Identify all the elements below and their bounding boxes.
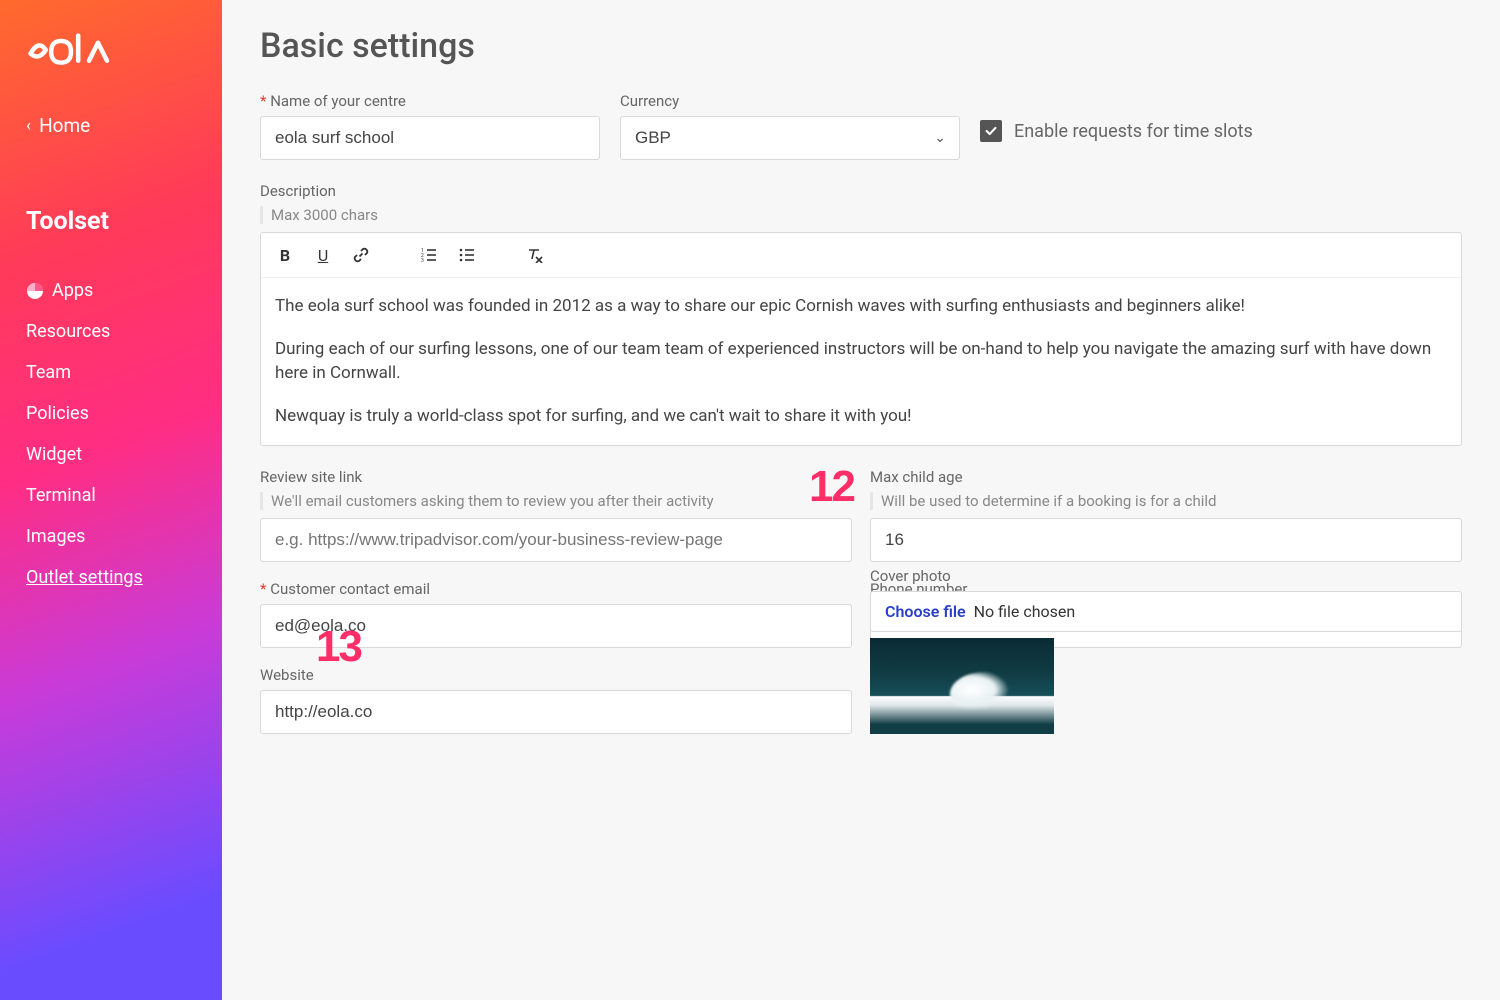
brand-logo — [26, 30, 196, 70]
cover-photo-label: Cover photo — [870, 567, 1462, 585]
child-age-hint: Will be used to determine if a booking i… — [870, 492, 1462, 510]
cover-photo-file-input[interactable]: Choose file No file chosen — [870, 591, 1462, 632]
choose-file-button[interactable]: Choose file — [885, 602, 966, 621]
underline-button[interactable]: U — [311, 243, 335, 267]
sidebar-item-terminal[interactable]: Terminal — [26, 475, 196, 516]
sidebar-nav: Apps Resources Team Policies Widget Term… — [26, 270, 196, 598]
annotation-13: 13 — [316, 622, 361, 672]
bold-button[interactable]: B — [273, 243, 297, 267]
main-content: Basic settings Name of your centre Curre… — [222, 0, 1500, 1000]
sidebar-item-apps[interactable]: Apps — [26, 270, 196, 311]
unordered-list-button[interactable] — [455, 243, 479, 267]
name-label: Name of your centre — [260, 92, 600, 110]
editor-toolbar: B U 123 — [261, 233, 1461, 278]
sidebar-item-label: Terminal — [26, 485, 96, 506]
home-label: Home — [39, 114, 90, 137]
sidebar-item-outlet-settings[interactable]: Outlet settings — [26, 557, 196, 598]
apps-icon — [26, 282, 44, 300]
review-label: Review site link — [260, 468, 852, 486]
sidebar-item-label: Apps — [52, 280, 93, 301]
review-hint: We'll email customers asking them to rev… — [260, 492, 852, 510]
sidebar-item-label: Outlet settings — [26, 567, 143, 588]
description-hint: Max 3000 chars — [260, 206, 1462, 224]
sidebar-item-label: Team — [26, 362, 71, 383]
description-p3: Newquay is truly a world-class spot for … — [275, 404, 1447, 429]
sidebar-section-title: Toolset — [26, 207, 196, 236]
child-age-label: Max child age — [870, 468, 1462, 486]
child-age-input[interactable] — [870, 518, 1462, 562]
description-editor: B U 123 The eola surf school was foun — [260, 232, 1462, 446]
review-link-input[interactable] — [260, 518, 852, 562]
enable-requests-label: Enable requests for time slots — [1014, 121, 1253, 142]
sidebar-item-team[interactable]: Team — [26, 352, 196, 393]
website-input[interactable] — [260, 690, 852, 734]
description-p1: The eola surf school was founded in 2012… — [275, 294, 1447, 319]
annotation-12: 12 — [809, 462, 854, 512]
sidebar-item-label: Widget — [26, 444, 82, 465]
name-input[interactable] — [260, 116, 600, 160]
svg-text:3: 3 — [421, 258, 424, 263]
link-button[interactable] — [349, 243, 373, 267]
sidebar: ‹ Home Toolset Apps Resources Team Polic… — [0, 0, 222, 1000]
cover-photo-preview — [870, 638, 1054, 734]
currency-label: Currency — [620, 92, 960, 110]
description-p2: During each of our surfing lessons, one … — [275, 337, 1447, 386]
chevron-left-icon: ‹ — [26, 116, 31, 136]
no-file-text: No file chosen — [974, 602, 1076, 621]
description-textarea[interactable]: The eola surf school was founded in 2012… — [261, 278, 1461, 445]
clear-format-button[interactable] — [523, 243, 547, 267]
sidebar-item-images[interactable]: Images — [26, 516, 196, 557]
sidebar-item-label: Resources — [26, 321, 110, 342]
page-title: Basic settings — [260, 26, 1462, 66]
enable-requests-checkbox[interactable] — [980, 120, 1002, 142]
sidebar-item-label: Images — [26, 526, 85, 547]
sidebar-item-policies[interactable]: Policies — [26, 393, 196, 434]
currency-select[interactable] — [620, 116, 960, 160]
sidebar-item-resources[interactable]: Resources — [26, 311, 196, 352]
sidebar-item-label: Policies — [26, 403, 89, 424]
ordered-list-button[interactable]: 123 — [417, 243, 441, 267]
email-label: Customer contact email — [260, 580, 852, 598]
home-link[interactable]: ‹ Home — [26, 114, 196, 137]
description-label: Description — [260, 182, 1462, 200]
sidebar-item-widget[interactable]: Widget — [26, 434, 196, 475]
